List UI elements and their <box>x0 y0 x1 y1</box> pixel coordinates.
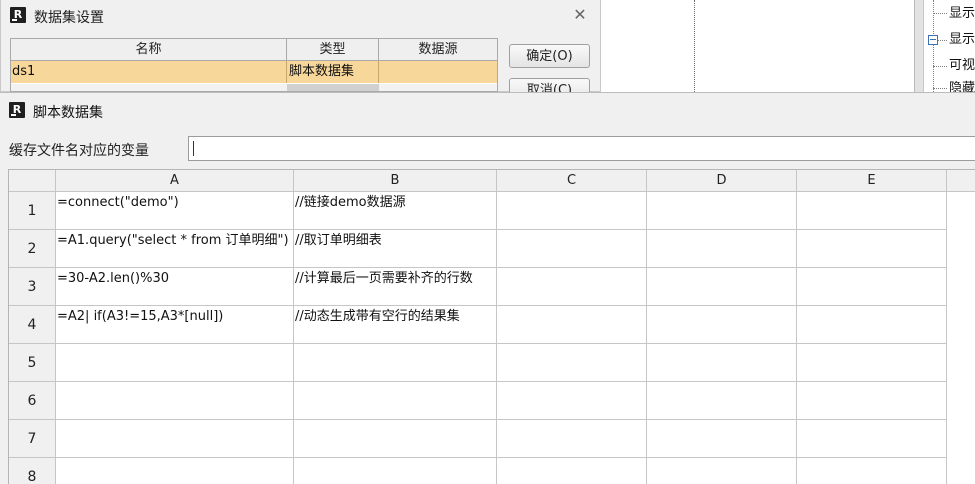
cell-d2[interactable] <box>647 230 797 268</box>
cell-c4[interactable] <box>497 306 647 344</box>
cell-a2[interactable]: =A1.query("select * from 订单明细") <box>56 230 294 268</box>
cache-variable-input[interactable] <box>188 136 975 161</box>
cell-a8[interactable] <box>56 458 294 484</box>
cell-a5[interactable] <box>56 344 294 382</box>
row-header[interactable]: 5 <box>9 344 56 382</box>
dataset-settings-dialog: R 数据集设置 ✕ 名称 类型 数据源 ds1 脚本数据集 确定(O) 取消(C… <box>0 0 602 102</box>
table-row-selected[interactable]: ds1 脚本数据集 <box>11 61 497 83</box>
cell-c2[interactable] <box>497 230 647 268</box>
tree-panel: 显示 显示 可视 隐藏 <box>914 0 975 96</box>
cell-e7[interactable] <box>797 420 947 458</box>
app-logo-icon: R <box>10 7 26 23</box>
cell-a4[interactable]: =A2| if(A3!=15,A3*[null]) <box>56 306 294 344</box>
column-header-e[interactable]: E <box>797 170 947 192</box>
cell-d6[interactable] <box>647 382 797 420</box>
cell-e3[interactable] <box>797 268 947 306</box>
cell-e1[interactable] <box>797 192 947 230</box>
cell-d1[interactable] <box>647 192 797 230</box>
cache-variable-label: 缓存文件名对应的变量 <box>9 143 149 159</box>
column-header-name[interactable]: 名称 <box>11 39 287 60</box>
cell-b7[interactable] <box>294 420 497 458</box>
column-header-a[interactable]: A <box>56 170 294 192</box>
row-header[interactable]: 7 <box>9 420 56 458</box>
column-header-c[interactable]: C <box>497 170 647 192</box>
column-header-extra[interactable] <box>947 170 975 192</box>
cell-c6[interactable] <box>497 382 647 420</box>
tree-connector <box>933 13 947 14</box>
dataset-name-cell[interactable]: ds1 <box>11 61 287 83</box>
cell-e8[interactable] <box>797 458 947 484</box>
cell-b2[interactable]: //取订单明细表 <box>294 230 497 268</box>
cell-b1[interactable]: //链接demo数据源 <box>294 192 497 230</box>
dialog-title: 数据集设置 <box>34 10 104 26</box>
tree-connector <box>933 66 947 67</box>
cell-d5[interactable] <box>647 344 797 382</box>
ok-button[interactable]: 确定(O) <box>509 44 590 68</box>
cell-b3[interactable]: //计算最后一页需要补齐的行数 <box>294 268 497 306</box>
dialog-title: 脚本数据集 <box>33 105 103 121</box>
dataset-type-cell[interactable]: 脚本数据集 <box>287 61 379 83</box>
cell-b4[interactable]: //动态生成带有空行的结果集 <box>294 306 497 344</box>
cell-c3[interactable] <box>497 268 647 306</box>
column-header-source[interactable]: 数据源 <box>379 39 497 60</box>
cell-d8[interactable] <box>647 458 797 484</box>
dialog-titlebar: R 数据集设置 ✕ <box>1 0 602 34</box>
cell-a7[interactable] <box>56 420 294 458</box>
row-header[interactable]: 2 <box>9 230 56 268</box>
cell-d7[interactable] <box>647 420 797 458</box>
screen: 显示 显示 可视 隐藏 R 数据集设置 ✕ 名称 类型 数据源 ds1 脚本数据… <box>0 0 975 484</box>
cell-a3[interactable]: =30-A2.len()%30 <box>56 268 294 306</box>
cell-e6[interactable] <box>797 382 947 420</box>
cell-e2[interactable] <box>797 230 947 268</box>
cell-a6[interactable] <box>56 382 294 420</box>
tree-item[interactable]: 可视 <box>949 57 975 75</box>
cell-b5[interactable] <box>294 344 497 382</box>
row-header[interactable]: 3 <box>9 268 56 306</box>
cell-d3[interactable] <box>647 268 797 306</box>
column-header-b[interactable]: B <box>294 170 497 192</box>
tree-connector <box>933 88 947 89</box>
app-logo-icon: R <box>9 102 25 118</box>
cell-c5[interactable] <box>497 344 647 382</box>
dataset-source-cell[interactable] <box>379 61 497 83</box>
row-header[interactable]: 8 <box>9 458 56 484</box>
grid-corner[interactable] <box>9 170 56 192</box>
cell-d4[interactable] <box>647 306 797 344</box>
script-grid: A B C D E 1 =connect("demo") //链接demo数据源… <box>8 169 975 484</box>
cell-a1[interactable]: =connect("demo") <box>56 192 294 230</box>
row-header[interactable]: 4 <box>9 306 56 344</box>
tree-scroll-bar[interactable] <box>915 0 924 92</box>
row-header[interactable]: 1 <box>9 192 56 230</box>
tree-connector <box>938 40 947 41</box>
cell-c8[interactable] <box>497 458 647 484</box>
cell-c1[interactable] <box>497 192 647 230</box>
dataset-table: 名称 类型 数据源 ds1 脚本数据集 <box>10 38 498 92</box>
cell-b8[interactable] <box>294 458 497 484</box>
cell-e5[interactable] <box>797 344 947 382</box>
tree-item[interactable]: 显示 <box>949 31 975 49</box>
tree-item[interactable]: 显示 <box>949 5 975 23</box>
collapse-icon[interactable] <box>928 35 938 45</box>
row-header[interactable]: 6 <box>9 382 56 420</box>
cell-e4[interactable] <box>797 306 947 344</box>
divider <box>694 0 695 92</box>
column-header-d[interactable]: D <box>647 170 797 192</box>
cell-c7[interactable] <box>497 420 647 458</box>
cell-b6[interactable] <box>294 382 497 420</box>
table-row[interactable] <box>11 84 497 91</box>
column-header-type[interactable]: 类型 <box>287 39 379 60</box>
close-icon[interactable]: ✕ <box>571 6 589 24</box>
table-header: 名称 类型 数据源 <box>11 39 497 61</box>
